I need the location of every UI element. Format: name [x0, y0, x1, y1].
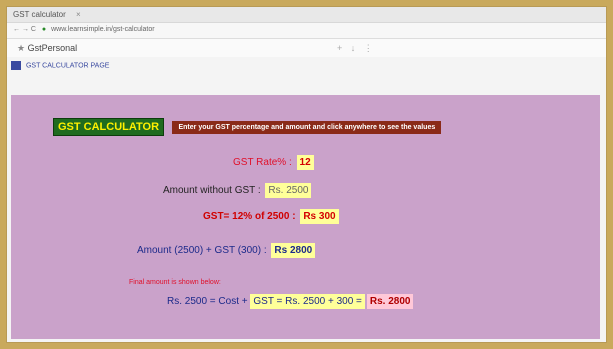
- gst-amount-value: Rs 300: [300, 209, 339, 224]
- instructions-banner: Enter your GST percentage and amount and…: [172, 120, 442, 134]
- total-label: Amount (2500) + GST (300) :: [137, 245, 267, 256]
- address-bar[interactable]: ← → C ● www.learnsimple.in/gst-calculato…: [7, 23, 606, 39]
- lock-icon: ●: [41, 26, 47, 33]
- gst-amount-label: GST= 12% of 2500 :: [203, 211, 296, 222]
- gst-calculator-panel: GST CALCULATOR Enter your GST percentage…: [11, 95, 600, 339]
- bookmarks-bar: ★ GstPersonal + ↓ ⋮: [7, 39, 606, 57]
- calculator-title: GST CALCULATOR: [53, 118, 165, 136]
- tab-close-icon[interactable]: ×: [76, 10, 81, 19]
- gst-rate-row: GST Rate% : 12: [233, 155, 314, 170]
- total-value: Rs 2800: [271, 243, 316, 258]
- final-note: Final amount is shown below:: [129, 279, 221, 286]
- gst-amount-row: GST= 12% of 2500 : Rs 300: [203, 209, 339, 224]
- tab-title: GST calculator: [13, 10, 66, 19]
- bookmark-label[interactable]: GstPersonal: [28, 43, 78, 53]
- nav-buttons[interactable]: ← → C: [13, 26, 36, 33]
- final-equation: GST = Rs. 2500 + 300 =: [250, 294, 365, 310]
- sub-navigation: GST CALCULATOR PAGE: [7, 59, 606, 73]
- tab-bar: GST calculator ×: [7, 7, 606, 23]
- gst-rate-label: GST Rate% :: [233, 157, 292, 168]
- subnav-label[interactable]: GST CALCULATOR PAGE: [26, 62, 110, 69]
- star-icon[interactable]: ★: [17, 43, 25, 53]
- amount-label: Amount without GST :: [163, 185, 264, 196]
- amount-row: Amount without GST : Rs. 2500: [163, 183, 312, 198]
- gst-rate-input[interactable]: 12: [296, 155, 314, 170]
- final-prefix: Rs. 2500 = Cost +: [167, 296, 251, 308]
- amount-input[interactable]: Rs. 2500: [265, 183, 312, 198]
- address-url[interactable]: www.learnsimple.in/gst-calculator: [51, 26, 154, 33]
- total-row: Amount (2500) + GST (300) : Rs 2800: [137, 243, 316, 258]
- final-value: Rs. 2800: [366, 294, 414, 309]
- calculator-header: GST CALCULATOR Enter your GST percentage…: [53, 118, 442, 136]
- section-marker-icon: [11, 61, 21, 70]
- browser-tab[interactable]: GST calculator: [13, 10, 66, 19]
- toolbar-icons[interactable]: + ↓ ⋮: [337, 43, 376, 54]
- final-equation-row: Rs. 2500 = Cost + GST = Rs. 2500 + 300 =…: [167, 294, 414, 310]
